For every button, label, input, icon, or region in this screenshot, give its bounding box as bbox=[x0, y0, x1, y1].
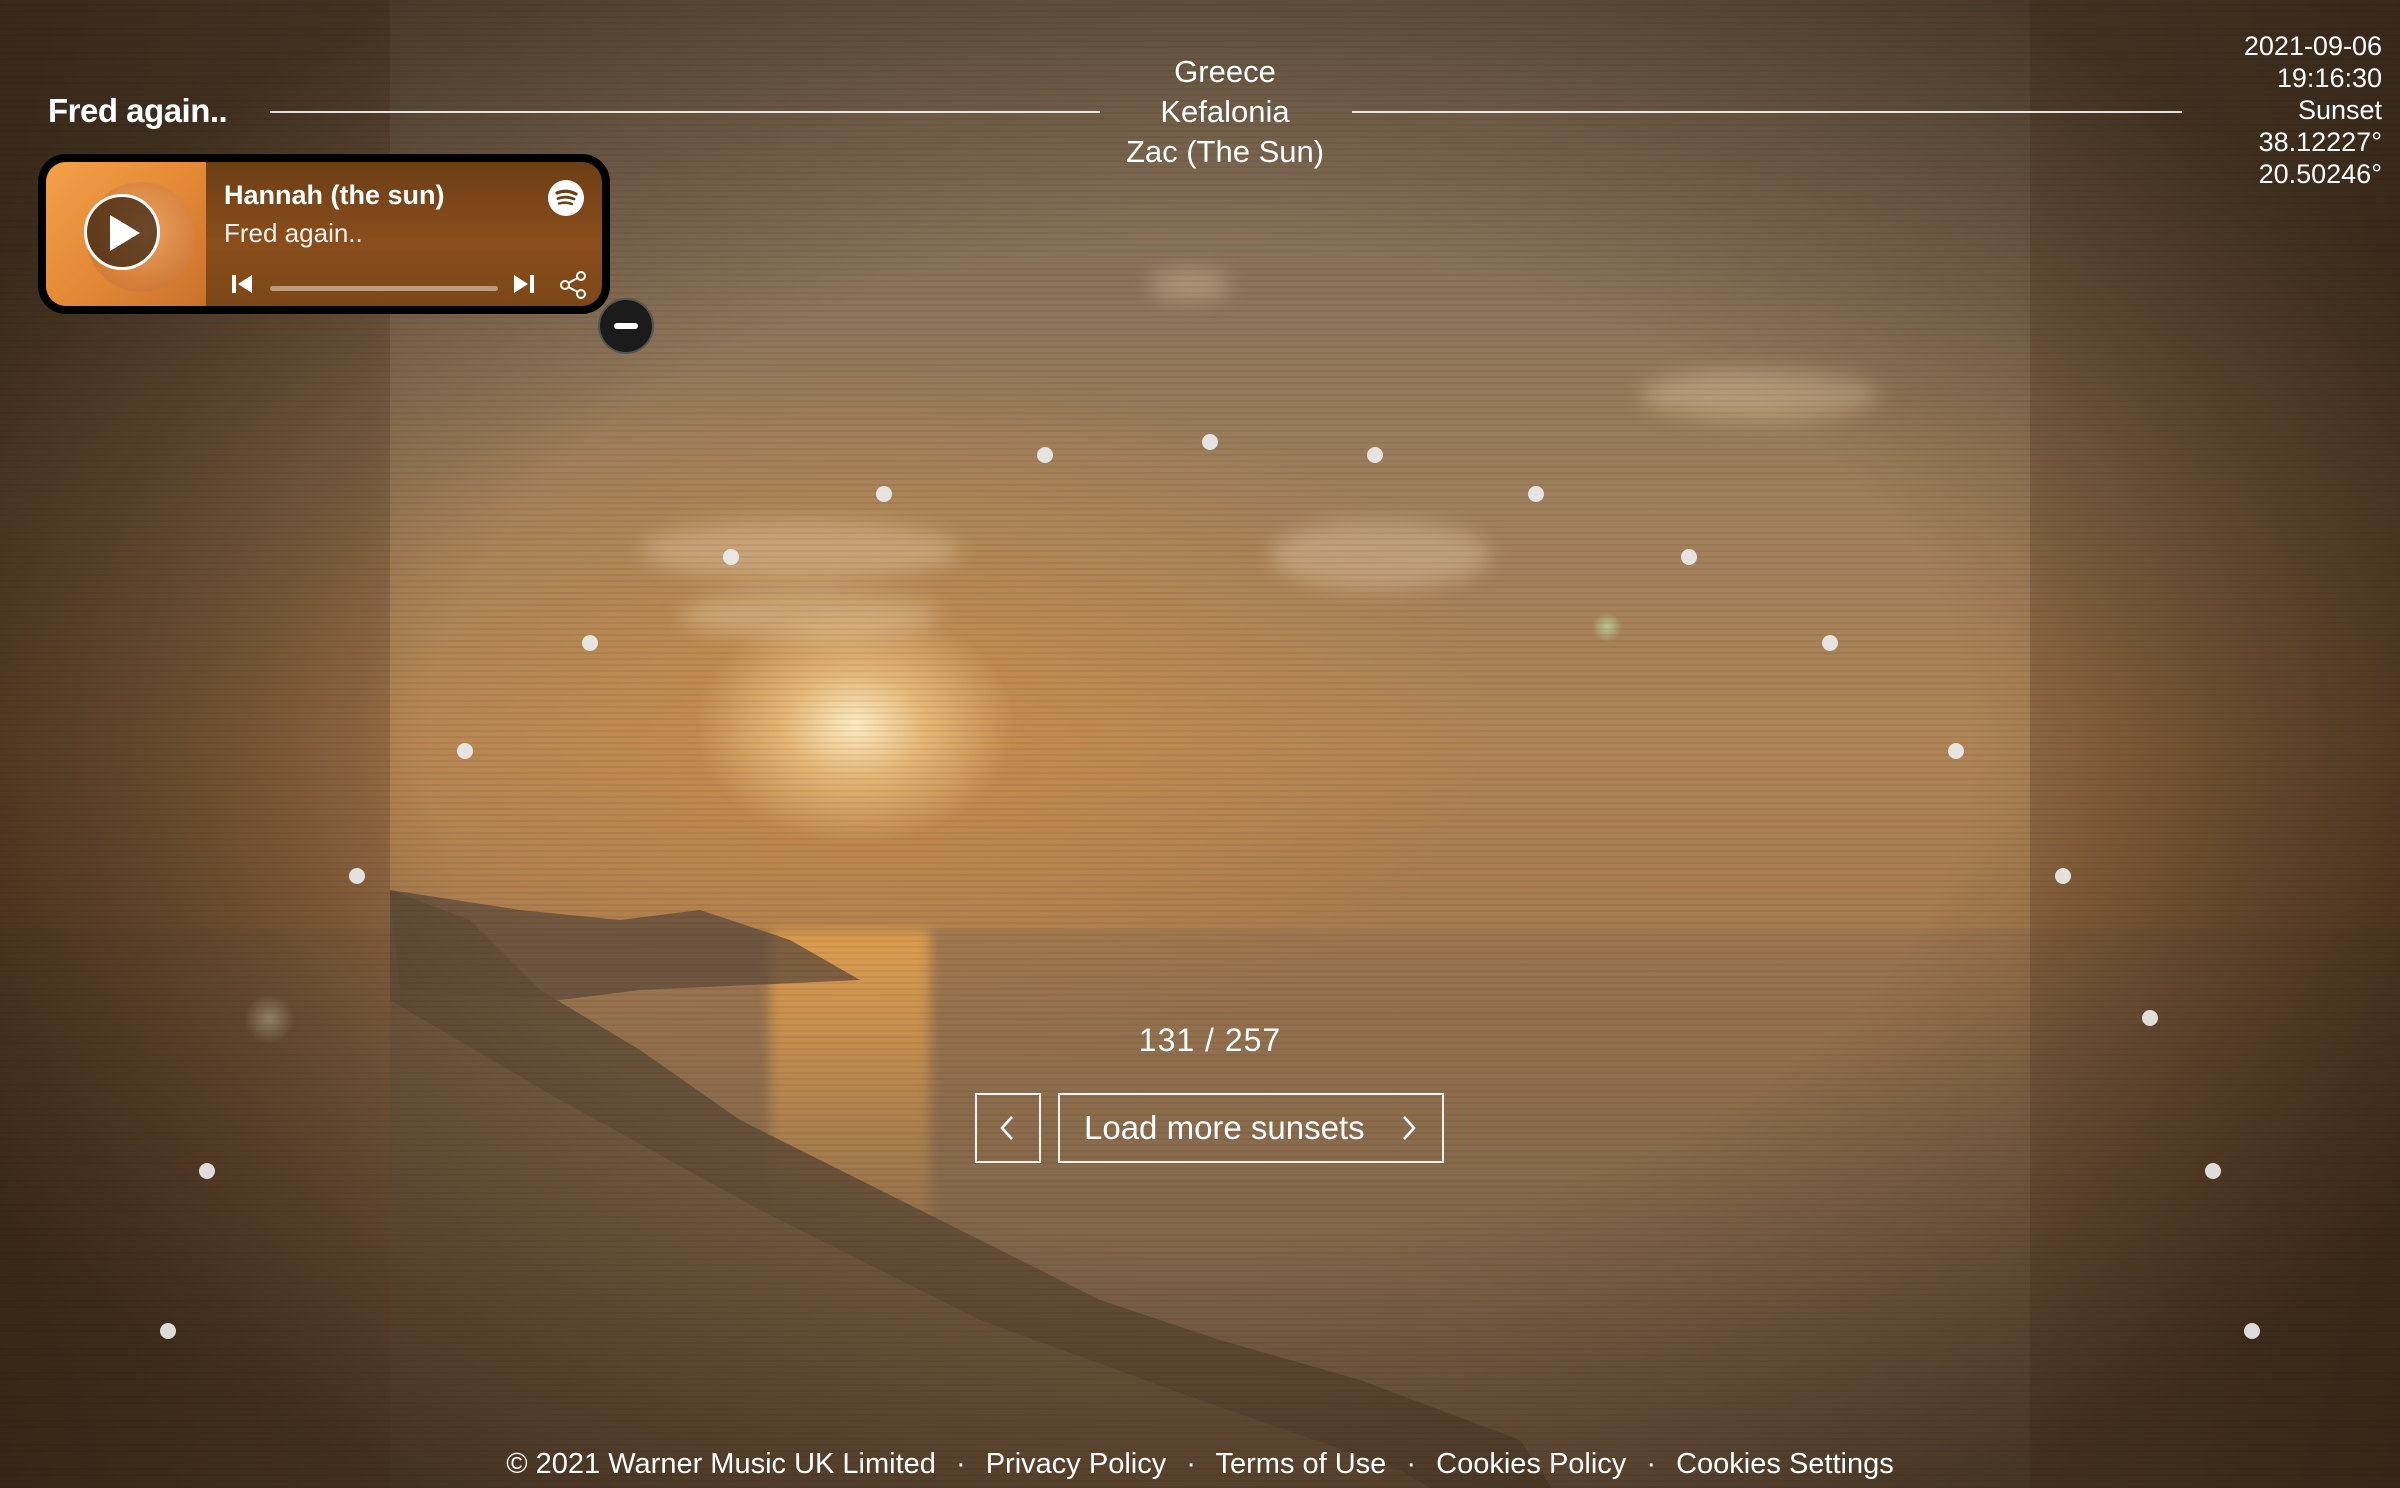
load-more-label: Load more sunsets bbox=[1084, 1109, 1365, 1146]
track-artist[interactable]: Fred again.. bbox=[224, 218, 363, 249]
meta-event: Sunset bbox=[2297, 95, 2382, 125]
header-rule-left bbox=[270, 111, 1100, 113]
header-rule-right bbox=[1352, 111, 2182, 113]
sunset-dot[interactable] bbox=[1681, 549, 1697, 565]
sunset-dot[interactable] bbox=[2055, 868, 2071, 884]
terms-of-use-link[interactable]: Terms of Use bbox=[1216, 1448, 1387, 1480]
brand-logo[interactable]: Fred again.. bbox=[48, 92, 228, 130]
sunset-metadata: 2021-09-06 19:16:30 Sunset 38.12227° 20.… bbox=[2244, 30, 2382, 190]
chevron-left-icon bbox=[1000, 1116, 1013, 1140]
footer: © 2021 Warner Music UK Limited · Privacy… bbox=[0, 1448, 2400, 1481]
meta-time: 19:16:30 bbox=[2276, 63, 2382, 93]
sunset-dot[interactable] bbox=[2244, 1323, 2260, 1339]
location-place: Kefalonia bbox=[1160, 94, 1290, 129]
sunset-dot[interactable] bbox=[2142, 1010, 2158, 1026]
meta-date: 2021-09-06 bbox=[2243, 31, 2382, 61]
play-icon bbox=[110, 215, 140, 251]
sunset-dot[interactable] bbox=[582, 635, 598, 651]
sunset-dot[interactable] bbox=[160, 1323, 176, 1339]
location-country: Greece bbox=[1174, 54, 1276, 89]
sunset-counter: 131 / 257 bbox=[1138, 1022, 1282, 1058]
sunset-dot[interactable] bbox=[876, 486, 892, 502]
skip-back-icon[interactable] bbox=[230, 272, 254, 296]
sunset-dot[interactable] bbox=[723, 549, 739, 565]
sunset-dot[interactable] bbox=[1528, 486, 1544, 502]
play-button[interactable] bbox=[84, 194, 160, 270]
sunset-dot[interactable] bbox=[2205, 1163, 2221, 1179]
sunset-dot[interactable] bbox=[1037, 447, 1053, 463]
spotify-icon[interactable] bbox=[548, 180, 584, 216]
meta-latitude: 38.12227° bbox=[2258, 127, 2382, 157]
track-title[interactable]: Hannah (the sun) bbox=[224, 180, 445, 211]
privacy-policy-link[interactable]: Privacy Policy bbox=[986, 1448, 1167, 1480]
cookies-settings-link[interactable]: Cookies Settings bbox=[1676, 1448, 1894, 1480]
spotify-player: Hannah (the sun) Fred again.. bbox=[38, 154, 610, 314]
minus-icon bbox=[614, 323, 638, 329]
cookies-policy-link[interactable]: Cookies Policy bbox=[1436, 1448, 1626, 1480]
sunset-dot[interactable] bbox=[1822, 635, 1838, 651]
sunset-dot[interactable] bbox=[1202, 434, 1218, 450]
footer-separator: · bbox=[1406, 1448, 1417, 1480]
sunset-dot[interactable] bbox=[349, 868, 365, 884]
player-body: Hannah (the sun) Fred again.. bbox=[46, 162, 602, 306]
share-icon[interactable] bbox=[558, 270, 588, 300]
sunset-dot[interactable] bbox=[199, 1163, 215, 1179]
footer-separator: · bbox=[955, 1448, 966, 1480]
footer-separator: · bbox=[1186, 1448, 1196, 1480]
skip-forward-icon[interactable] bbox=[512, 272, 536, 296]
location-contributor: Zac (The Sun) bbox=[1125, 134, 1325, 169]
chevron-right-icon bbox=[1403, 1116, 1416, 1140]
footer-separator: · bbox=[1646, 1448, 1657, 1480]
previous-sunset-button[interactable] bbox=[975, 1093, 1041, 1163]
copyright: © 2021 Warner Music UK Limited bbox=[506, 1448, 936, 1480]
meta-longitude: 20.50246° bbox=[2258, 159, 2382, 189]
location-info: Greece Kefalonia Zac (The Sun) bbox=[1050, 52, 1400, 172]
load-more-sunsets-button[interactable]: Load more sunsets bbox=[1058, 1093, 1444, 1163]
sunset-dot[interactable] bbox=[1367, 447, 1383, 463]
sunset-dot[interactable] bbox=[1948, 743, 1964, 759]
sunset-dot[interactable] bbox=[457, 743, 473, 759]
progress-bar[interactable] bbox=[270, 286, 498, 291]
collapse-player-button[interactable] bbox=[598, 298, 654, 354]
